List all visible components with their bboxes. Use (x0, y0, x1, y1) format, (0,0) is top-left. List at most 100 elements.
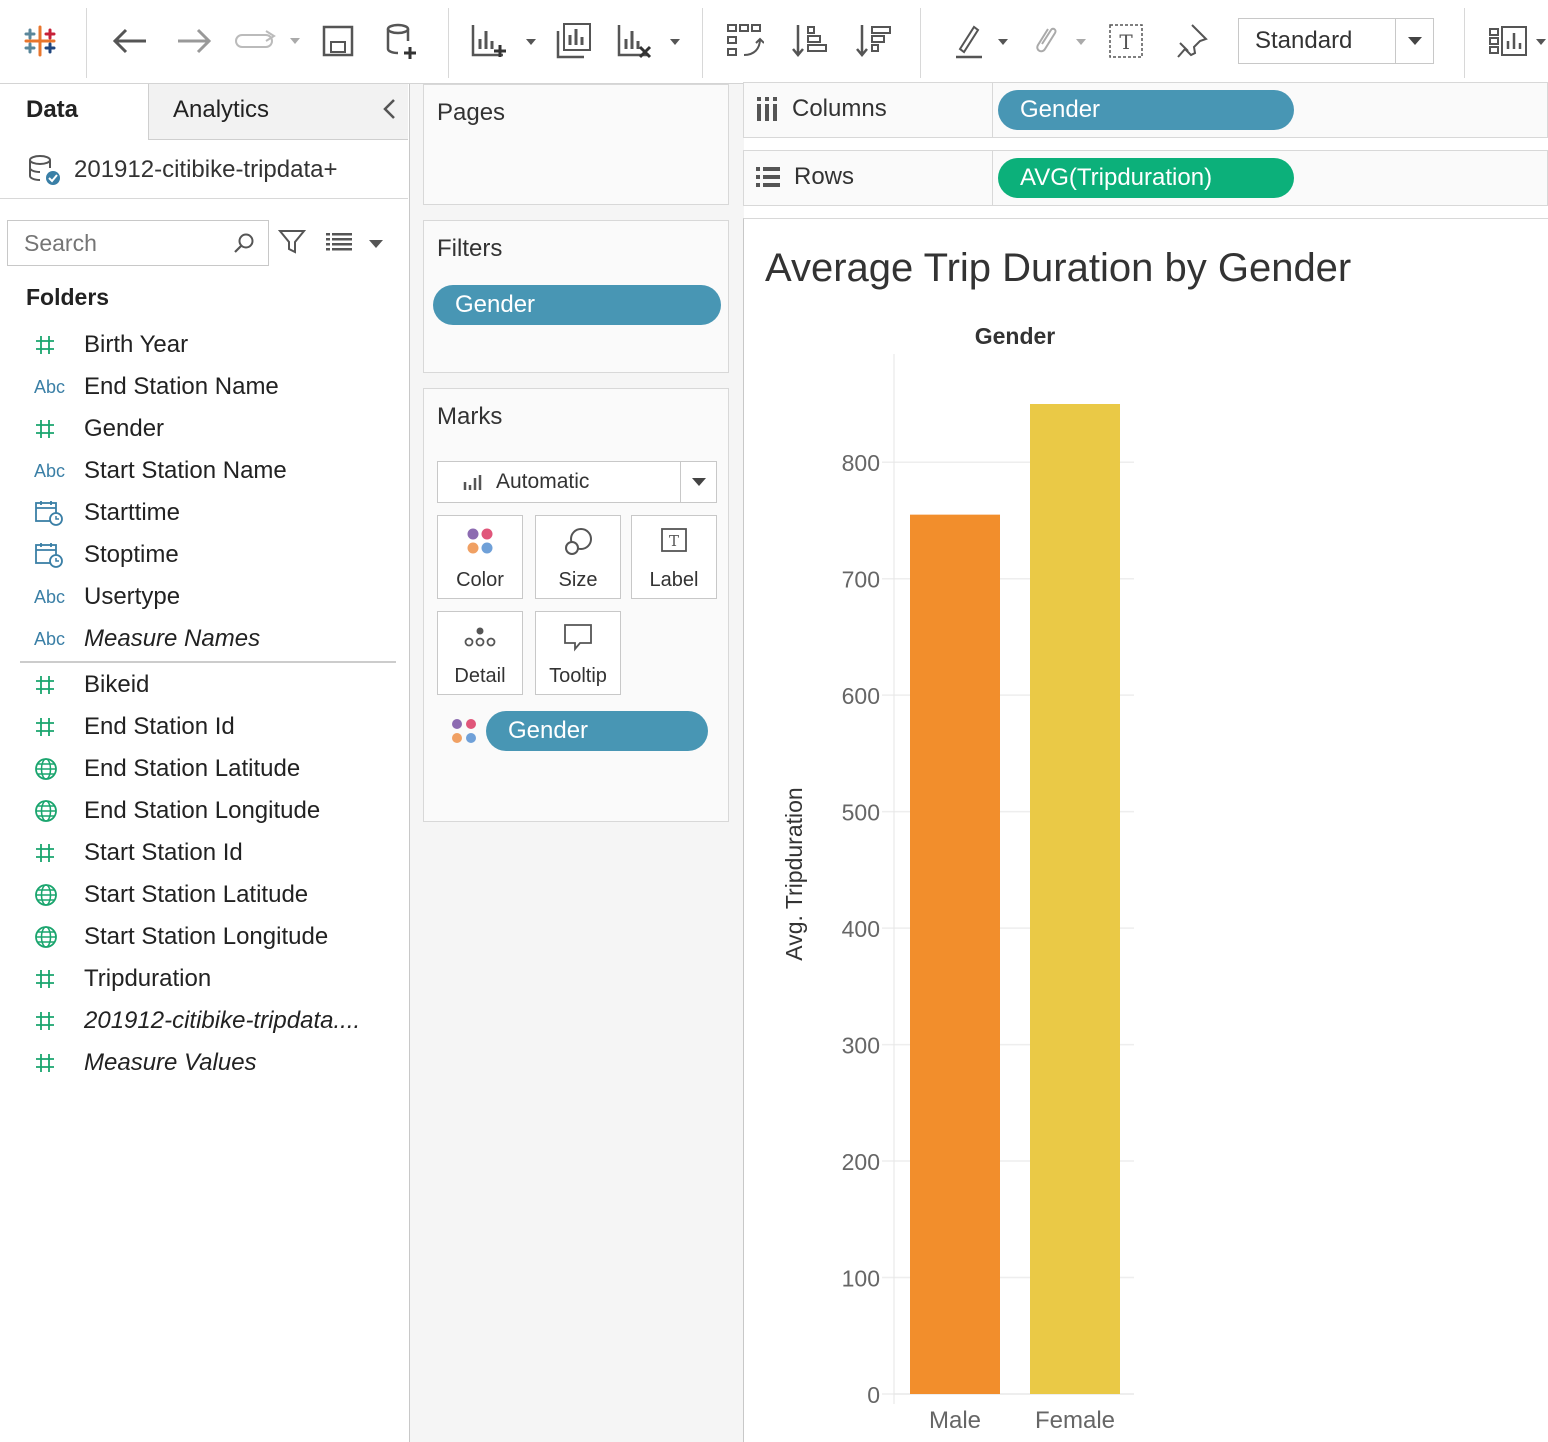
tab-analytics[interactable]: Analytics (148, 84, 408, 140)
columns-icon (757, 97, 777, 121)
color-pill-gender[interactable]: Gender (486, 711, 708, 751)
field-item[interactable]: Abc End Station Name (0, 366, 408, 408)
filter-pill-gender[interactable]: Gender (433, 285, 721, 325)
rows-pill-avg-tripduration[interactable]: AVG(Tripduration) (998, 158, 1294, 198)
list-view-icon[interactable] (326, 232, 352, 257)
tab-data[interactable]: Data (0, 84, 148, 140)
field-item[interactable]: Start Station Latitude (0, 874, 408, 916)
field-name: Stoptime (84, 541, 179, 568)
field-item[interactable]: Abc Measure Names (0, 618, 408, 660)
columns-shelf[interactable]: Columns Gender (743, 82, 1548, 138)
field-name: Usertype (84, 583, 181, 610)
filter-icon[interactable] (277, 228, 307, 261)
search-icon (232, 231, 256, 261)
number-icon (0, 968, 84, 990)
rows-shelf[interactable]: Rows AVG(Tripduration) (743, 150, 1548, 206)
bar-chart-icon (463, 475, 482, 490)
sort-ascending-icon[interactable] (788, 18, 832, 64)
bar-female[interactable] (1030, 404, 1120, 1394)
fit-select[interactable]: Standard (1238, 18, 1434, 64)
field-name: Starttime (84, 499, 181, 526)
field-item[interactable]: Bikeid (0, 664, 408, 706)
field-item[interactable]: Measure Values (0, 1042, 408, 1084)
y-tick-label: 700 (842, 567, 880, 593)
clear-sheet-icon[interactable] (612, 18, 688, 64)
new-datasource-icon[interactable] (380, 18, 424, 64)
datasource-item[interactable]: 201912-citibike-tripdata+ (26, 150, 338, 190)
field-item[interactable]: End Station Longitude (0, 790, 408, 832)
number-icon (0, 334, 84, 356)
columns-pill-gender[interactable]: Gender (998, 90, 1294, 130)
svg-text:T: T (669, 532, 679, 550)
new-worksheet-icon[interactable] (466, 18, 546, 64)
filters-card[interactable]: Filters Gender (423, 220, 729, 373)
color-button[interactable]: Color (437, 515, 523, 599)
y-tick-label: 600 (842, 683, 880, 709)
pages-card-title: Pages (437, 99, 506, 126)
redo-icon[interactable] (172, 18, 216, 64)
pages-card[interactable]: Pages (423, 84, 729, 205)
duplicate-sheet-icon[interactable] (552, 18, 596, 64)
fit-select-value: Standard (1255, 27, 1353, 54)
field-item[interactable]: Start Station Id (0, 832, 408, 874)
bar-male[interactable] (910, 514, 1000, 1394)
cards-pane: Pages Filters Gender Marks Automatic Col… (410, 84, 744, 1442)
string-icon: Abc (34, 628, 66, 649)
field-item[interactable]: Starttime (0, 492, 408, 534)
field-name: Gender (84, 415, 165, 442)
number-icon (0, 1052, 84, 1074)
tableau-logo-icon[interactable] (20, 18, 60, 64)
field-item[interactable]: 201912-citibike-tripdata.... (0, 1000, 408, 1042)
field-item[interactable]: End Station Latitude (0, 748, 408, 790)
replay-icon[interactable] (230, 18, 306, 64)
search-input[interactable] (24, 229, 224, 257)
y-tick-label: 300 (842, 1033, 880, 1059)
field-item[interactable]: Birth Year (0, 324, 408, 366)
field-item[interactable]: Abc Usertype (0, 576, 408, 618)
pin-icon[interactable] (1168, 18, 1212, 64)
show-cards-icon[interactable] (1486, 18, 1548, 64)
chevron-down-icon (1395, 19, 1433, 63)
tooltip-button[interactable]: Tooltip (535, 611, 621, 695)
collapse-pane-icon[interactable] (382, 98, 396, 127)
field-name: End Station Longitude (84, 797, 321, 824)
size-button[interactable]: Size (535, 515, 621, 599)
field-item[interactable]: Stoptime (0, 534, 408, 576)
field-item[interactable]: Abc Start Station Name (0, 450, 408, 492)
undo-icon[interactable] (108, 18, 152, 64)
chevron-down-icon[interactable] (368, 236, 384, 254)
y-tick-label: 800 (842, 450, 880, 476)
y-tick-label: 400 (842, 916, 880, 942)
field-name: Start Station Name (84, 457, 287, 484)
save-icon[interactable] (318, 18, 358, 64)
label-button[interactable]: T Label (631, 515, 717, 599)
string-icon: Abc (34, 586, 66, 607)
field-item[interactable]: Start Station Longitude (0, 916, 408, 958)
field-item[interactable]: Gender (0, 408, 408, 450)
field-name: Start Station Id (84, 839, 243, 866)
field-name: Bikeid (84, 671, 150, 698)
globe-icon (0, 925, 84, 949)
y-tick-label: 200 (842, 1149, 880, 1175)
field-name: End Station Latitude (84, 755, 301, 782)
marks-card: Marks Automatic Color Size T Label Detai… (423, 388, 729, 822)
attach-icon[interactable] (1026, 18, 1090, 64)
column-header: Gender (975, 323, 1056, 349)
field-item[interactable]: End Station Id (0, 706, 408, 748)
globe-icon (0, 883, 84, 907)
field-item[interactable]: Tripduration (0, 958, 408, 1000)
label-icon: T (632, 526, 716, 556)
search-field[interactable] (7, 220, 269, 266)
field-name: Start Station Longitude (84, 923, 329, 950)
date-time-icon (0, 499, 84, 527)
toolbar: T Standard (0, 0, 1548, 84)
field-name: Measure Values (84, 1049, 257, 1076)
string-icon: Abc (34, 460, 66, 481)
show-mark-labels-icon[interactable]: T (1104, 18, 1148, 64)
highlight-icon[interactable] (948, 18, 1012, 64)
swap-rows-columns-icon[interactable] (722, 18, 766, 64)
sort-descending-icon[interactable] (852, 18, 896, 64)
detail-button[interactable]: Detail (437, 611, 523, 695)
mark-type-select[interactable]: Automatic (437, 461, 717, 503)
x-tick-label: Female (1035, 1407, 1115, 1434)
